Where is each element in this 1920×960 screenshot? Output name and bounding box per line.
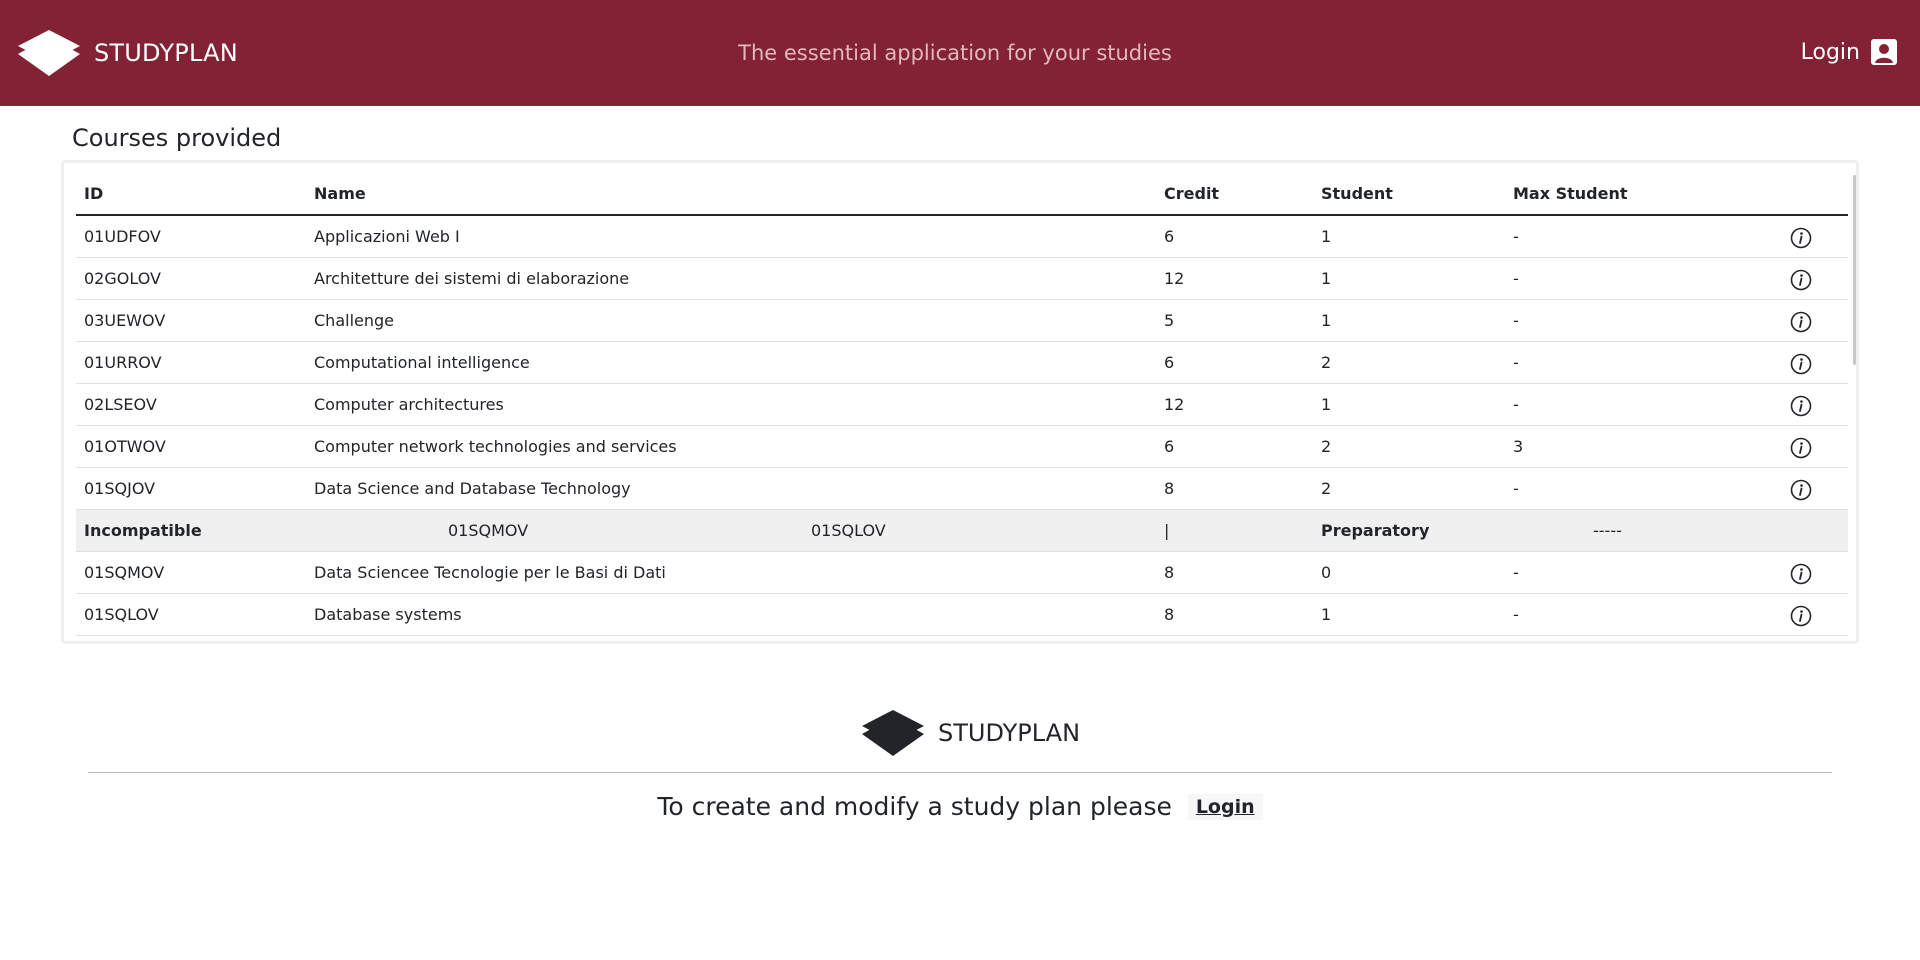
info-circle-icon[interactable]	[1790, 353, 1812, 375]
table-row: 01OTWOV Computer network technologies an…	[76, 426, 1848, 468]
course-credit: 6	[1164, 437, 1175, 456]
course-credit: 12	[1164, 395, 1185, 414]
course-id: 02GOLOV	[84, 269, 161, 288]
course-credit: 6	[1164, 353, 1175, 372]
table-row: 03UEWOV Challenge 5 1 -	[76, 300, 1848, 342]
course-id: 01UDFOV	[84, 227, 161, 246]
incompatible-label: Incompatible	[84, 521, 202, 540]
course-id: 03UEWOV	[84, 311, 166, 330]
table-row: 02GOLOV Architetture dei sistemi di elab…	[76, 258, 1848, 300]
detail-separator: |	[1164, 521, 1170, 540]
course-max-student: -	[1513, 311, 1519, 330]
course-name: Computer network technologies and servic…	[314, 437, 677, 456]
column-header-student: Student	[1321, 184, 1393, 203]
course-detail-row: Incompatible 01SQMOV 01SQLOV | Preparato…	[76, 510, 1848, 552]
course-max-student: -	[1513, 227, 1519, 246]
course-max-student: 3	[1513, 437, 1524, 456]
preparatory-label: Preparatory	[1321, 521, 1430, 540]
course-max-student: -	[1513, 605, 1519, 624]
course-name: Data Science and Database Technology	[314, 479, 631, 498]
courses-table[interactable]: ID Name Credit Student Max Student 01UDF…	[76, 173, 1848, 641]
user-square-icon	[1871, 39, 1897, 65]
course-max-student: -	[1513, 353, 1519, 372]
column-header-name: Name	[314, 184, 366, 203]
footer-brand-name: STUDYPLAN	[938, 719, 1081, 747]
navbar: STUDYPLAN The essential application for …	[0, 0, 1920, 106]
table-row: 01SQLOV Database systems 8 1 -	[76, 594, 1848, 636]
table-row: 01SQMOV Data Sciencee Tecnologie per le …	[76, 552, 1848, 594]
course-name: Computer architectures	[314, 395, 504, 414]
course-credit: 8	[1164, 479, 1175, 498]
column-header-id: ID	[84, 184, 104, 203]
info-circle-icon[interactable]	[1790, 437, 1812, 459]
info-circle-icon[interactable]	[1790, 269, 1812, 291]
course-student: 1	[1321, 311, 1332, 330]
column-header-max-student: Max Student	[1513, 184, 1628, 203]
column-header-credit: Credit	[1164, 184, 1220, 203]
login-button[interactable]: Login	[1801, 38, 1898, 66]
tagline: The essential application for your studi…	[738, 41, 1172, 65]
incompatible-course: 01SQMOV	[448, 521, 529, 540]
login-label: Login	[1800, 39, 1860, 65]
course-student: 2	[1321, 353, 1332, 372]
course-name: Data Sciencee Tecnologie per le Basi di …	[314, 563, 666, 582]
course-id: 01URROV	[84, 353, 162, 372]
course-credit: 5	[1164, 311, 1175, 330]
table-row: 01URROV Computational intelligence 6 2 -	[76, 342, 1848, 384]
footer-divider	[88, 772, 1832, 773]
course-credit: 6	[1164, 227, 1175, 246]
course-credit: 8	[1164, 563, 1175, 582]
course-student: 1	[1321, 395, 1332, 414]
table-row[interactable]: 01SQJOV Data Science and Database Techno…	[76, 468, 1848, 510]
course-id: 01SQJOV	[84, 479, 156, 498]
course-name: Database systems	[314, 605, 462, 624]
table-header-row: ID Name Credit Student Max Student	[76, 173, 1848, 216]
info-circle-icon[interactable]	[1790, 605, 1812, 627]
table-row	[76, 636, 1848, 641]
course-max-student: -	[1513, 269, 1519, 288]
course-student: 0	[1321, 563, 1332, 582]
course-id: 01SQLOV	[84, 605, 159, 624]
footer-message: To create and modify a study plan please…	[0, 792, 1920, 821]
course-name: Challenge	[314, 311, 394, 330]
incompatible-course: 01SQLOV	[811, 521, 886, 540]
course-name: Architetture dei sistemi di elaborazione	[314, 269, 630, 288]
course-name: Computational intelligence	[314, 353, 530, 372]
course-student: 1	[1321, 227, 1332, 246]
layers-logo-icon	[862, 710, 924, 756]
footer-message-text: To create and modify a study plan please	[657, 792, 1172, 821]
course-student: 2	[1321, 479, 1332, 498]
info-circle-icon[interactable]	[1790, 563, 1812, 585]
course-max-student: -	[1513, 479, 1519, 498]
course-student: 1	[1321, 605, 1332, 624]
course-id: 01OTWOV	[84, 437, 166, 456]
info-circle-icon[interactable]	[1790, 311, 1812, 333]
course-credit: 12	[1164, 269, 1185, 288]
info-circle-icon[interactable]	[1790, 227, 1812, 249]
courses-table-card: ID Name Credit Student Max Student 01UDF…	[61, 160, 1859, 644]
table-scrollbar[interactable]	[1853, 175, 1856, 365]
course-student: 1	[1321, 269, 1332, 288]
course-max-student: -	[1513, 395, 1519, 414]
course-id: 01SQMOV	[84, 563, 165, 582]
footer-brand: STUDYPLAN	[860, 708, 1080, 758]
info-circle-icon[interactable]	[1790, 395, 1812, 417]
course-id: 02LSEOV	[84, 395, 157, 414]
course-max-student: -	[1513, 563, 1519, 582]
preparatory-course: -----	[1593, 521, 1622, 540]
info-circle-icon[interactable]	[1790, 479, 1812, 501]
footer-login-button[interactable]: Login	[1187, 794, 1263, 820]
page-title: Courses provided	[72, 124, 282, 152]
course-name: Applicazioni Web I	[314, 227, 460, 246]
course-student: 2	[1321, 437, 1332, 456]
table-row: 01UDFOV Applicazioni Web I 6 1 -	[76, 216, 1848, 258]
table-row: 02LSEOV Computer architectures 12 1 -	[76, 384, 1848, 426]
course-credit: 8	[1164, 605, 1175, 624]
